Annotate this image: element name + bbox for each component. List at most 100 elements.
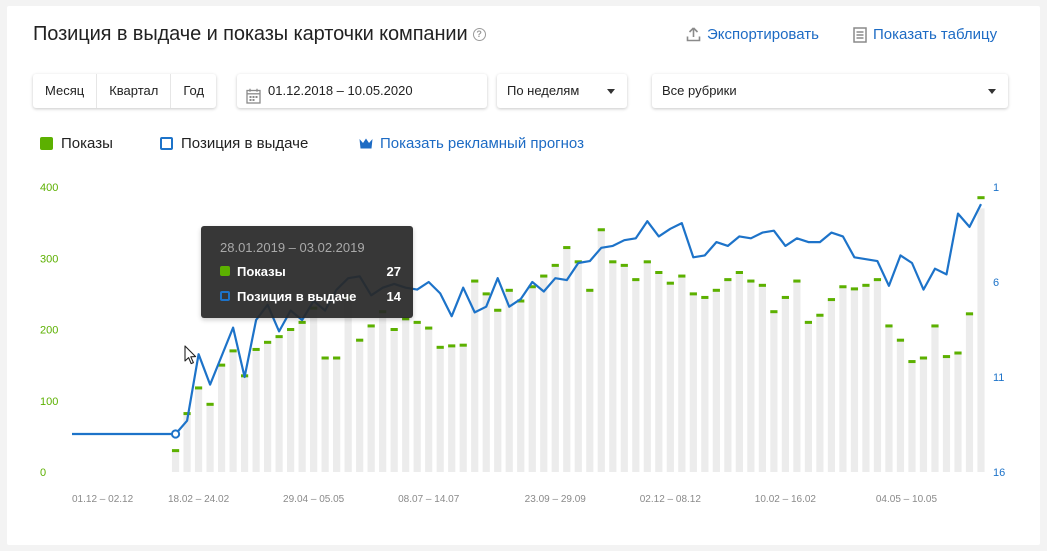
chart-tooltip: 28.01.2019 – 03.02.2019 Показы 27 Позици… [201, 226, 413, 318]
impressions-mark [747, 279, 755, 283]
impressions-bar[interactable] [344, 297, 352, 472]
impressions-bar[interactable] [666, 283, 674, 472]
impressions-mark [919, 356, 928, 360]
y-right-tick-label: 6 [993, 277, 999, 289]
tooltip-position-marker [220, 291, 230, 301]
impressions-bar[interactable] [275, 336, 283, 472]
impressions-bar[interactable] [747, 281, 755, 472]
impressions-bar[interactable] [931, 325, 939, 472]
impressions-bar[interactable] [367, 325, 375, 472]
impressions-bar[interactable] [390, 329, 398, 473]
impressions-bar[interactable] [827, 299, 836, 472]
impressions-bar[interactable] [425, 328, 433, 472]
impressions-bar[interactable] [816, 315, 824, 472]
impressions-bar[interactable] [977, 208, 985, 472]
impressions-bar[interactable] [471, 281, 479, 472]
impressions-bar[interactable] [839, 286, 847, 472]
impressions-mark [586, 288, 594, 292]
impressions-mark [839, 285, 847, 289]
impressions-bar[interactable] [632, 279, 640, 472]
impressions-bar[interactable] [413, 322, 421, 472]
impressions-bar[interactable] [574, 261, 582, 472]
impressions-bar[interactable] [252, 349, 260, 472]
impressions-bar[interactable] [770, 311, 778, 472]
impressions-bar[interactable] [597, 229, 605, 472]
impressions-mark [494, 308, 502, 312]
tooltip-row-impressions: Показы 27 [220, 263, 401, 279]
impressions-bar[interactable] [965, 313, 974, 472]
impressions-bar[interactable] [287, 329, 295, 473]
impressions-bar[interactable] [356, 340, 364, 472]
impressions-mark [551, 263, 559, 267]
impressions-bar[interactable] [171, 450, 180, 472]
impressions-bar[interactable] [563, 247, 571, 472]
impressions-bar[interactable] [402, 318, 410, 472]
impressions-mark [689, 292, 697, 296]
y-right-tick-label: 11 [993, 372, 1004, 384]
impressions-mark [896, 338, 905, 342]
impressions-bar[interactable] [448, 345, 456, 472]
impressions-bar[interactable] [379, 311, 387, 472]
impressions-mark [436, 345, 444, 349]
impressions-bar[interactable] [896, 340, 905, 472]
impressions-bar[interactable] [436, 347, 444, 472]
impressions-bar[interactable] [908, 361, 916, 472]
impressions-bar[interactable] [620, 265, 628, 472]
tooltip-position-value: 14 [386, 288, 401, 304]
impressions-bar[interactable] [954, 353, 962, 472]
impressions-bar[interactable] [942, 356, 951, 472]
impressions-bar[interactable] [735, 272, 743, 473]
impressions-bar[interactable] [712, 290, 720, 472]
impressions-bar[interactable] [758, 285, 766, 472]
impressions-bar[interactable] [264, 342, 272, 472]
impressions-bar[interactable] [919, 358, 928, 472]
impressions-bar[interactable] [655, 272, 663, 473]
impressions-bar[interactable] [793, 281, 801, 472]
impressions-bar[interactable] [459, 345, 467, 472]
impressions-bar[interactable] [701, 297, 709, 472]
tooltip-row-position: Позиция в выдаче 14 [220, 288, 401, 304]
impressions-mark [620, 263, 628, 267]
impressions-bar[interactable] [781, 297, 789, 472]
impressions-bar[interactable] [885, 325, 893, 472]
impressions-bar[interactable] [528, 286, 536, 472]
x-tick-label: 04.05 – 10.05 [876, 494, 938, 505]
impressions-mark [597, 228, 605, 232]
impressions-mark [171, 449, 180, 453]
impressions-bar[interactable] [678, 276, 686, 472]
impressions-bar[interactable] [862, 285, 870, 472]
impressions-bar[interactable] [321, 358, 329, 472]
impressions-bar[interactable] [298, 322, 306, 472]
impressions-bar[interactable] [517, 301, 525, 472]
impressions-mark [724, 278, 732, 282]
impressions-bar[interactable] [804, 322, 813, 472]
mouse-cursor-icon [184, 345, 197, 370]
impressions-bar[interactable] [310, 308, 318, 472]
tooltip-date: 28.01.2019 – 03.02.2019 [220, 240, 365, 255]
impressions-bar[interactable] [540, 276, 548, 472]
impressions-bar[interactable] [333, 358, 341, 472]
impressions-bar[interactable] [194, 387, 203, 472]
impressions-bar[interactable] [609, 261, 617, 472]
impressions-bar[interactable] [240, 375, 249, 472]
impressions-bar[interactable] [873, 279, 882, 472]
impressions-mark [321, 356, 329, 360]
impressions-mark [298, 320, 306, 324]
impressions-bar[interactable] [206, 404, 214, 472]
impressions-bar[interactable] [217, 365, 226, 472]
impressions-bar[interactable] [850, 288, 859, 472]
impressions-bar[interactable] [505, 290, 513, 472]
impressions-mark [781, 295, 789, 299]
impressions-bar[interactable] [689, 293, 697, 472]
impressions-mark [206, 402, 214, 406]
impressions-bar[interactable] [494, 310, 502, 472]
impressions-bar[interactable] [586, 290, 594, 472]
impressions-bar[interactable] [643, 261, 651, 472]
impressions-bar[interactable] [482, 293, 490, 472]
impressions-mark [275, 335, 283, 339]
impressions-mark [471, 279, 479, 283]
y-left-tick-label: 200 [40, 325, 58, 337]
impressions-bar[interactable] [724, 279, 732, 472]
impressions-bar[interactable] [551, 265, 559, 472]
impressions-bar[interactable] [229, 350, 237, 472]
